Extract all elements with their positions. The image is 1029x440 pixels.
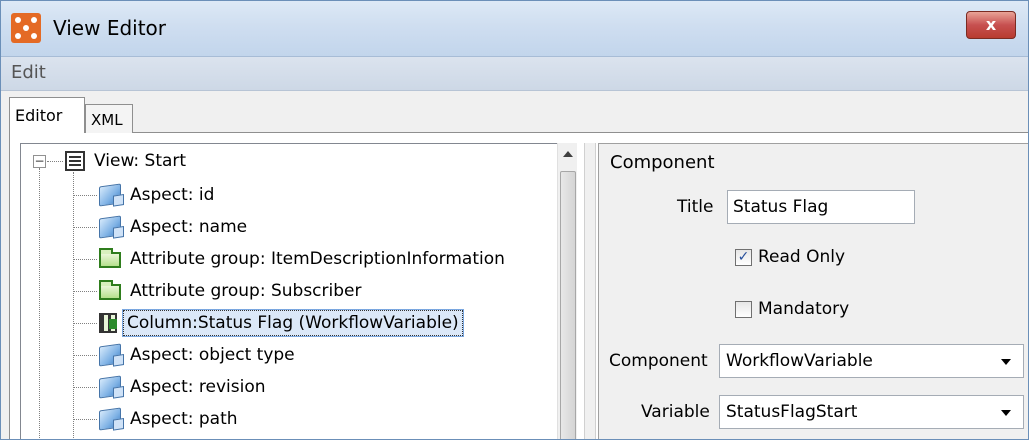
scroll-up-icon[interactable] — [563, 151, 573, 157]
tree-node-column-status-flag[interactable]: Column:Status Flag (WorkflowVariable) — [99, 308, 464, 338]
component-label: Component — [609, 351, 708, 371]
properties-heading: Component — [610, 152, 715, 173]
tree-connector — [73, 172, 74, 439]
view-editor-window: View Editor x Edit Editor XML − View: St… — [0, 0, 1029, 440]
tree-scrollbar[interactable] — [557, 143, 577, 439]
title-input[interactable]: Status Flag — [727, 190, 915, 224]
tree-node-aspect-revision[interactable]: Aspect: revision — [99, 372, 269, 402]
tree-connector — [39, 168, 40, 439]
aspect-icon — [99, 375, 121, 399]
variable-value: StatusFlagStart — [726, 402, 858, 422]
chevron-down-icon — [1001, 359, 1011, 365]
tree-node-aspect-name[interactable]: Aspect: name — [99, 212, 250, 242]
tree-connector — [73, 195, 97, 196]
tree-node-label: Column:Status Flag (WorkflowVariable) — [122, 309, 464, 337]
tree-connector — [73, 355, 97, 356]
tree-connector — [73, 259, 97, 260]
aspect-icon — [99, 407, 121, 431]
tree-view[interactable]: − View: Start Aspect: id Aspect: name At… — [20, 143, 577, 439]
read-only-checkbox-row[interactable]: ✓ Read Only — [735, 247, 845, 267]
read-only-checkbox[interactable]: ✓ — [735, 248, 752, 266]
app-logo-icon — [11, 13, 41, 43]
aspect-icon — [99, 343, 121, 367]
tree-node-label: Attribute group: Subscriber — [130, 281, 362, 301]
tree-node-label: Aspect: name — [130, 217, 248, 237]
scroll-thumb[interactable] — [560, 171, 576, 439]
tree-node-root[interactable]: View: Start — [65, 146, 189, 176]
menu-bar: Edit — [1, 57, 1028, 91]
title-bar[interactable]: View Editor x — [1, 1, 1028, 57]
tree-node-label: Aspect: id — [130, 185, 215, 205]
tree-node-label: View: Start — [94, 151, 187, 171]
collapse-toggle-icon[interactable]: − — [33, 155, 46, 168]
tree-node-attribute-group-subscriber[interactable]: Attribute group: Subscriber — [99, 276, 364, 306]
tree-connector — [73, 323, 97, 324]
tree-node-label: Aspect: revision — [130, 377, 266, 397]
tree-connector — [73, 227, 97, 228]
tab-strip: Editor XML — [9, 97, 1027, 133]
tree-node-attribute-group-item[interactable]: Attribute group: ItemDescriptionInformat… — [99, 244, 508, 274]
aspect-icon — [99, 215, 121, 239]
menu-edit[interactable]: Edit — [11, 62, 46, 83]
tree-node-label: Aspect: path — [130, 409, 238, 429]
chevron-down-icon — [1001, 410, 1011, 416]
mandatory-checkbox[interactable] — [735, 300, 752, 318]
tree-connector — [73, 291, 97, 292]
tree-node-label: Aspect: object type — [130, 345, 295, 365]
properties-panel: Component Title Status Flag ✓ Read Only … — [598, 143, 1028, 439]
close-button[interactable]: x — [966, 11, 1016, 39]
mandatory-checkbox-row[interactable]: Mandatory — [735, 299, 849, 319]
tree-node-aspect-path[interactable]: Aspect: path — [99, 404, 241, 434]
tree-node-aspect-object-type[interactable]: Aspect: object type — [99, 340, 298, 370]
window-title: View Editor — [53, 16, 167, 40]
folder-icon — [99, 248, 121, 268]
tree-connector — [73, 387, 97, 388]
variable-label: Variable — [641, 402, 710, 422]
view-icon — [65, 151, 85, 171]
title-label: Title — [677, 197, 714, 217]
folder-icon — [99, 280, 121, 300]
tree-node-label: Attribute group: ItemDescriptionInformat… — [130, 249, 505, 269]
split-divider[interactable] — [584, 143, 596, 439]
tab-editor[interactable]: Editor — [9, 97, 85, 133]
mandatory-label: Mandatory — [758, 299, 850, 319]
tree-connector — [47, 161, 63, 162]
component-value: WorkflowVariable — [726, 351, 873, 371]
column-icon — [99, 313, 117, 333]
tab-xml[interactable]: XML — [85, 104, 133, 133]
aspect-icon — [99, 183, 121, 207]
read-only-label: Read Only — [758, 247, 846, 267]
variable-dropdown[interactable]: StatusFlagStart — [719, 395, 1024, 429]
tree-connector — [73, 419, 97, 420]
tree-node-aspect-id[interactable]: Aspect: id — [99, 180, 217, 210]
component-dropdown[interactable]: WorkflowVariable — [719, 344, 1024, 378]
